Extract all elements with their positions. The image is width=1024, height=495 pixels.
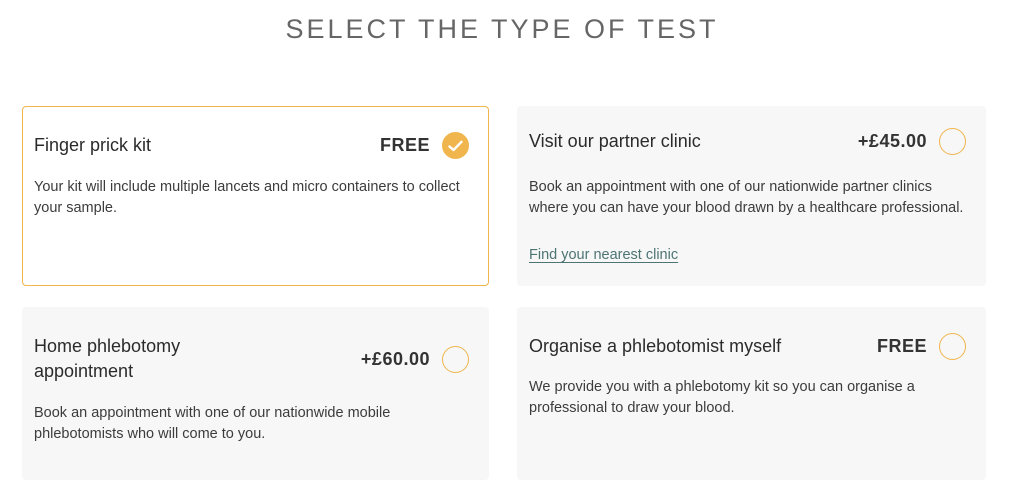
option-header: Visit our partner clinic +£45.00 [529, 128, 966, 155]
option-card-finger-prick-kit[interactable]: Finger prick kit FREE Your kit will incl… [22, 106, 489, 286]
option-price-group: FREE [877, 333, 966, 360]
option-price: FREE [876, 336, 927, 356]
option-title: Organise a phlebotomist myself [529, 336, 782, 356]
option-description: Book an appointment with one of our nati… [529, 179, 964, 216]
option-description: Your kit will include multiple lancets a… [34, 179, 460, 216]
page-title: SELECT THE TYPE OF TEST [285, 14, 719, 44]
option-title: Visit our partner clinic [529, 131, 701, 151]
radio-button[interactable] [442, 345, 469, 373]
radio-button[interactable] [939, 333, 966, 360]
option-price: FREE [379, 135, 430, 155]
option-price-group: +£45.00 [858, 128, 966, 155]
option-title: Finger prick kit [34, 135, 152, 155]
check-icon [448, 140, 463, 151]
test-type-page: SELECT THE TYPE OF TEST Finger prick kit… [0, 0, 1024, 495]
option-card-organise-phlebotomist[interactable]: Organise a phlebotomist myself FREE We p… [517, 307, 986, 480]
option-price: +£60.00 [360, 348, 430, 369]
option-header: Organise a phlebotomist myself FREE [529, 333, 966, 360]
option-header: Home phlebotomy appointment +£60.00 [34, 334, 469, 384]
selected-check-icon[interactable] [442, 132, 469, 159]
option-card-home-phlebotomy[interactable]: Home phlebotomy appointment +£60.00 Book… [22, 307, 489, 480]
option-card-partner-clinic[interactable]: Visit our partner clinic +£45.00 Book an… [517, 106, 986, 286]
radio-button[interactable] [939, 128, 966, 155]
option-price: +£45.00 [857, 131, 927, 151]
option-price-group: +£60.00 [360, 345, 469, 373]
find-nearest-clinic-link[interactable]: Find your nearest clinic [529, 247, 678, 263]
option-price-group: FREE [380, 132, 469, 159]
option-description: Book an appointment with one of our nati… [34, 405, 391, 442]
option-header: Finger prick kit FREE [34, 132, 469, 159]
option-description: We provide you with a phlebotomy kit so … [529, 379, 915, 416]
option-title: Home phlebotomy appointment [34, 336, 181, 381]
